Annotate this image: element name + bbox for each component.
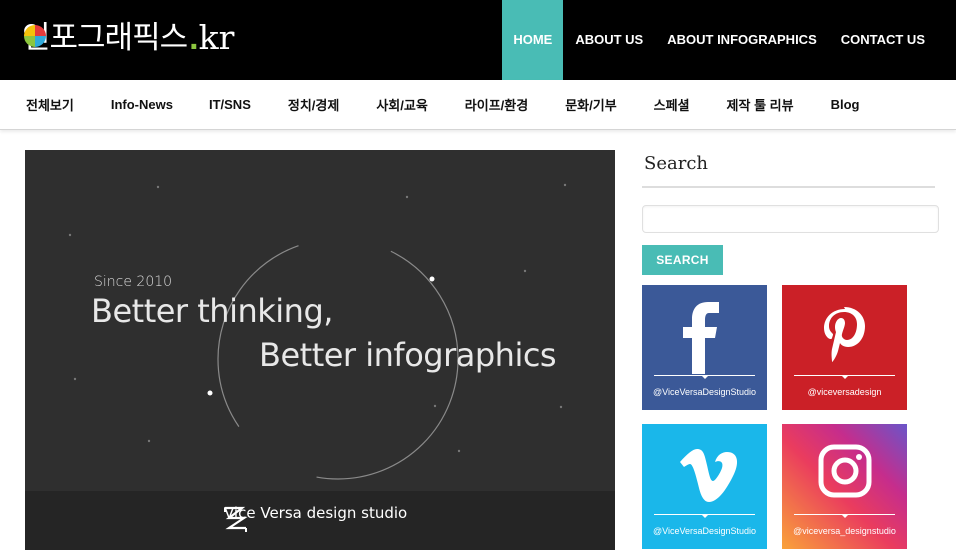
instagram-handle: @viceversa_designstudio (793, 526, 896, 536)
instagram-icon (818, 444, 872, 498)
vimeo-tile[interactable]: @ViceVersaDesignStudio (642, 424, 767, 549)
pinterest-tile[interactable]: @viceversadesign (782, 285, 907, 410)
facebook-tile[interactable]: @ViceVersaDesignStudio (642, 285, 767, 410)
site-logo[interactable]: 인포그래픽스 . kr (22, 14, 234, 62)
hero-headline-1: Better thinking, (91, 292, 333, 330)
category-blog[interactable]: Blog (831, 97, 860, 112)
category-info-news[interactable]: Info-News (111, 97, 173, 112)
main-nav: HOME ABOUT US ABOUT INFOGRAPHICS CONTACT… (502, 0, 956, 80)
instagram-arrow-icon (841, 514, 849, 518)
facebook-arrow-icon (701, 375, 709, 379)
hero-brand-text: Vice Versa design studio (224, 504, 408, 522)
search-input[interactable] (642, 205, 939, 233)
logo-korean-text: 인포그래픽스 (22, 20, 188, 56)
category-politics-economy[interactable]: 정치/경제 (288, 95, 339, 114)
category-it-sns[interactable]: IT/SNS (209, 97, 251, 112)
nav-home[interactable]: HOME (502, 0, 564, 80)
hero-since-text: Since 2010 (94, 274, 173, 290)
vice-versa-logo-icon (224, 506, 248, 532)
search-button[interactable]: SEARCH (642, 245, 723, 275)
facebook-handle: @ViceVersaDesignStudio (652, 387, 757, 397)
pinterest-handle: @viceversadesign (807, 387, 882, 397)
hero-headline-2: Better infographics (259, 336, 557, 374)
category-special[interactable]: 스페셜 (654, 95, 690, 114)
category-culture-donation[interactable]: 문화/기부 (565, 95, 616, 114)
logo-pie-icon (24, 25, 46, 47)
category-tool-review[interactable]: 제작 툴 리뷰 (727, 95, 794, 114)
vimeo-arrow-icon (701, 514, 709, 518)
vimeo-handle: @ViceVersaDesignStudio (652, 526, 757, 536)
category-all[interactable]: 전체보기 (26, 95, 74, 114)
site-header: 인포그래픽스 . kr HOME ABOUT US ABOUT INFOGRAP… (0, 0, 956, 80)
pinterest-icon (824, 307, 865, 362)
hero-orbit-dot (429, 276, 435, 282)
hero-brand: Vice Versa design studio (222, 504, 408, 532)
hero-banner[interactable]: Since 2010 Better thinking, Better infog… (25, 150, 615, 550)
vimeo-icon (680, 449, 738, 502)
category-society-education[interactable]: 사회/교육 (376, 95, 427, 114)
instagram-tile[interactable]: @viceversa_designstudio (782, 424, 907, 549)
search-divider (642, 186, 935, 188)
logo-dot: . (189, 19, 199, 57)
hero-orbit-dot (207, 390, 213, 396)
pinterest-arrow-icon (841, 375, 849, 379)
nav-contact-us[interactable]: CONTACT US (829, 0, 956, 80)
nav-about-infographics[interactable]: ABOUT INFOGRAPHICS (655, 0, 829, 80)
logo-suffix: kr (198, 18, 235, 57)
nav-about-us[interactable]: ABOUT US (563, 0, 655, 80)
search-widget-title: Search (644, 153, 708, 174)
facebook-icon (683, 302, 719, 374)
category-bar: 전체보기 Info-News IT/SNS 정치/경제 사회/교육 라이프/환경… (0, 80, 956, 130)
category-life-environment[interactable]: 라이프/환경 (465, 95, 528, 114)
